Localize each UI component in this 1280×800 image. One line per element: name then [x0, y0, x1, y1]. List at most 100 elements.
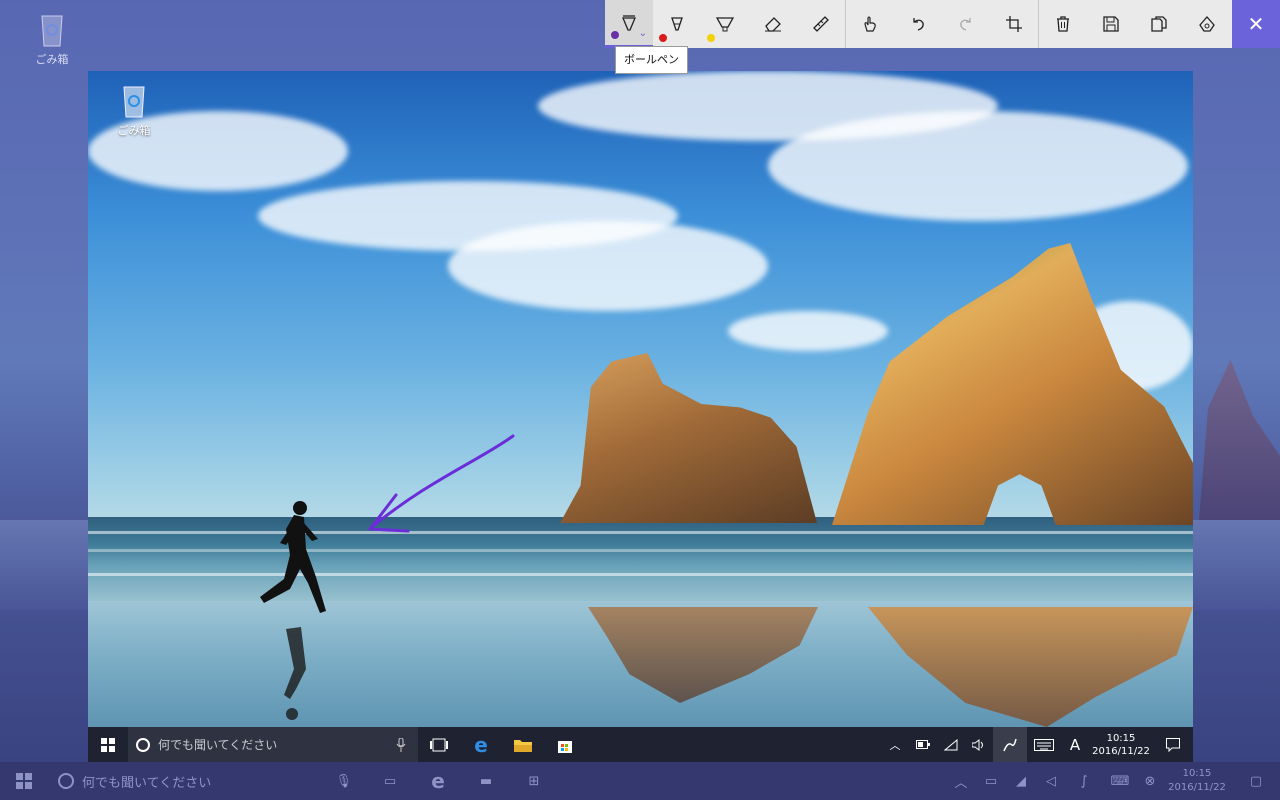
- outer-pen: ∫: [1066, 762, 1102, 800]
- pen-color-dot: [611, 31, 619, 39]
- cloud: [768, 111, 1188, 221]
- search-placeholder: 何でも聞いてください: [158, 738, 278, 752]
- save-button[interactable]: [1087, 0, 1135, 48]
- trash-icon: [1057, 16, 1069, 32]
- chevron-down-icon[interactable]: ⌄: [639, 28, 647, 39]
- wifi-tray: [937, 727, 965, 762]
- cloud: [448, 221, 768, 311]
- sea-stack-left: [560, 353, 817, 523]
- notification-icon: [1166, 737, 1180, 752]
- outer-volume: ◁: [1036, 762, 1066, 800]
- sketch-toolbar: ⌄: [605, 0, 1280, 48]
- outer-file-explorer: ▬: [462, 762, 510, 800]
- undo-icon: [913, 18, 924, 31]
- touch-writing-icon: [864, 16, 876, 32]
- cortana-search-box: 何でも聞いてください: [128, 727, 418, 762]
- action-center-button: [1153, 737, 1193, 752]
- microphone-icon: 🎙: [335, 773, 352, 789]
- battery-icon: [916, 740, 930, 749]
- ink-arrow-annotation: [368, 434, 515, 533]
- clock: 10:15 2016/11/22: [1089, 732, 1153, 758]
- eraser-tool[interactable]: [749, 0, 797, 48]
- delete-button[interactable]: [1039, 0, 1087, 48]
- pencil-tool[interactable]: [653, 0, 701, 48]
- chevron-up-icon: ︿: [954, 775, 968, 791]
- clock-time: 10:15: [1106, 732, 1136, 744]
- ballpoint-pen-icon: [622, 14, 636, 31]
- file-explorer-taskbar-button: [502, 727, 544, 762]
- volume-tray: [965, 727, 993, 762]
- show-hidden-icons: ︿: [881, 727, 909, 762]
- ruler-icon: [813, 16, 829, 32]
- outer-search-placeholder: 何でも聞いてください: [82, 775, 212, 791]
- ruler-tool[interactable]: [797, 0, 845, 48]
- inner-recycle-bin-label: ごみ箱: [117, 124, 151, 137]
- chevron-up-icon: ︿: [889, 738, 901, 752]
- task-view-button: [418, 727, 460, 762]
- redo-button[interactable]: [942, 0, 990, 48]
- volume-icon: ◁: [1046, 773, 1056, 789]
- pencil-icon: [671, 17, 683, 31]
- pen-icon: [1003, 738, 1017, 751]
- outer-search-box: 何でも聞いてください 🎙: [48, 762, 366, 800]
- highlighter-tool[interactable]: [701, 0, 749, 48]
- outer-keyboard: ⌨: [1102, 762, 1138, 800]
- highlighter-color-dot: [707, 34, 715, 42]
- crop-tool[interactable]: [990, 0, 1038, 48]
- start-button: [88, 727, 128, 762]
- outer-clock: 10:15 2016/11/22: [1162, 767, 1232, 795]
- captured-taskbar: 何でも聞いてください e ︿ A 10:15 2016/11/22: [88, 727, 1193, 762]
- share-button[interactable]: [1183, 0, 1231, 48]
- pen-icon: ∫: [1080, 773, 1088, 789]
- task-view-icon: [430, 738, 448, 751]
- close-icon: ✕: [1247, 12, 1265, 36]
- store-taskbar-button: [544, 727, 586, 762]
- microphone-icon: [396, 737, 406, 752]
- outer-action-center: ▢: [1232, 762, 1280, 800]
- outer-clock-time: 10:15: [1182, 768, 1212, 779]
- recycle-bin-icon: [41, 15, 63, 47]
- save-icon: [1103, 16, 1119, 32]
- captured-screenshot[interactable]: ごみ箱: [88, 71, 1193, 727]
- share-icon: [1199, 16, 1215, 32]
- highlighter-icon: [716, 17, 734, 32]
- store-icon: ⊞: [528, 773, 540, 789]
- windows-logo-icon: [101, 737, 115, 752]
- copy-button[interactable]: [1135, 0, 1183, 48]
- dimmed-taskbar: 何でも聞いてください 🎙 ▭ e ▬ ⊞ ︿ ▭ ◢ ◁ ∫ ⌨ ⊗ 10:15…: [0, 762, 1280, 800]
- cloud: [728, 311, 888, 351]
- windows-logo-icon: [16, 773, 32, 789]
- runner-silhouette: [260, 501, 326, 720]
- outer-task-view: ▭: [366, 762, 414, 800]
- inner-recycle-bin: ごみ箱: [110, 79, 158, 138]
- keyboard-icon: [1034, 738, 1054, 751]
- edge-taskbar-button: e: [460, 727, 502, 762]
- outer-wifi: ◢: [1006, 762, 1036, 800]
- wifi-icon: ◢: [1016, 773, 1026, 789]
- ballpoint-pen-tool[interactable]: ⌄: [605, 0, 653, 48]
- battery-icon: ▭: [984, 773, 998, 789]
- touch-writing-tool[interactable]: [846, 0, 894, 48]
- cortana-icon: [136, 737, 150, 752]
- task-view-icon: ▭: [383, 773, 397, 789]
- outer-start-button: [0, 762, 48, 800]
- copy-icon: [1151, 16, 1167, 32]
- undo-button[interactable]: [894, 0, 942, 48]
- pencil-color-dot: [659, 34, 667, 42]
- touch-keyboard-tray: [1027, 727, 1061, 762]
- outer-chevron: ︿: [946, 762, 976, 800]
- clock-date: 2016/11/22: [1092, 745, 1150, 757]
- outer-ime-off: ⊗: [1138, 762, 1162, 800]
- eraser-icon: [765, 17, 781, 32]
- outer-store: ⊞: [510, 762, 558, 800]
- outer-recycle-bin-label: ごみ箱: [35, 53, 69, 66]
- close-circle-icon: ⊗: [1144, 773, 1156, 789]
- close-button[interactable]: ✕: [1232, 0, 1280, 48]
- ime-mode: A: [1069, 735, 1081, 754]
- outer-edge: e: [414, 762, 462, 800]
- notification-icon: ▢: [1249, 773, 1263, 789]
- recycle-bin-icon: [123, 86, 145, 118]
- ime-indicator: A: [1061, 727, 1089, 762]
- wifi-icon: [944, 738, 958, 750]
- edge-icon: e: [431, 769, 445, 793]
